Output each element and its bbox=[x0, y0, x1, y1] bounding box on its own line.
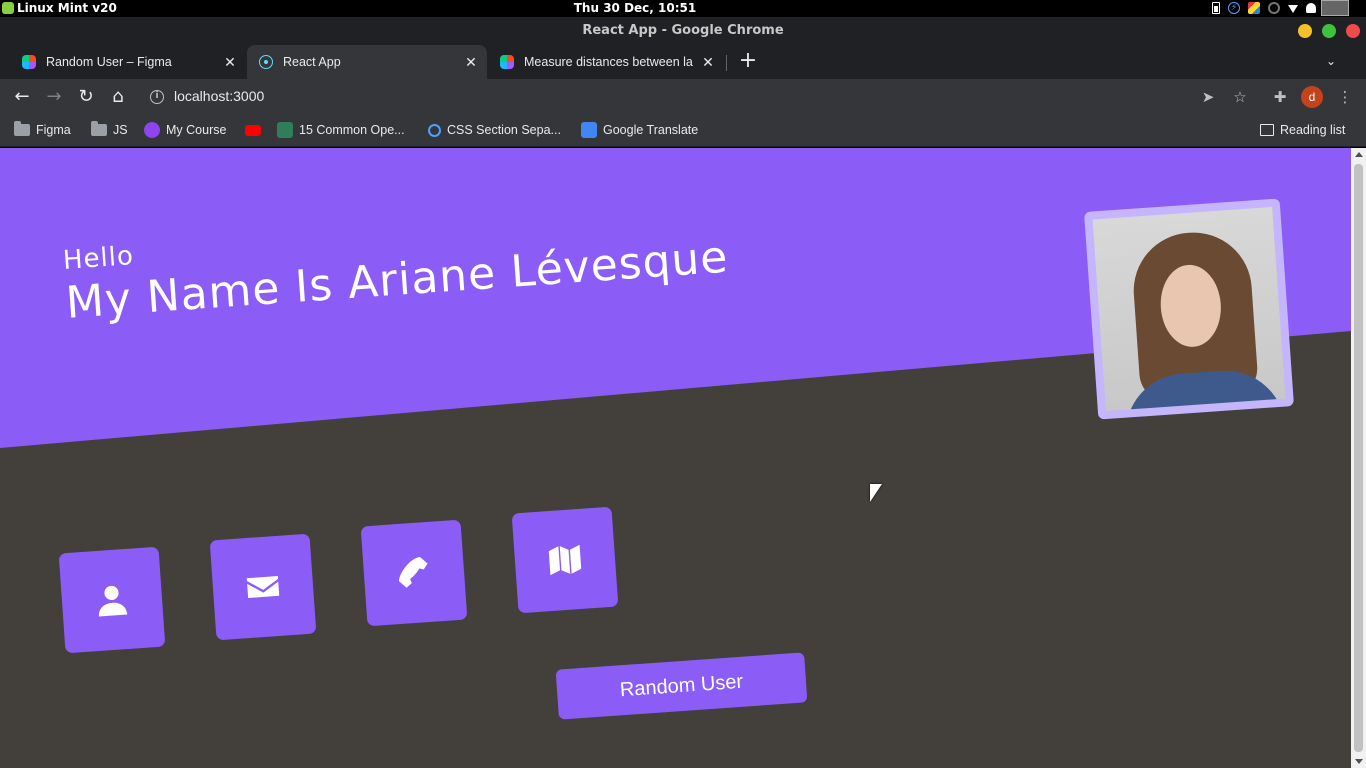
notification-bell-icon[interactable] bbox=[1306, 3, 1316, 13]
phone-info-button[interactable] bbox=[360, 519, 468, 627]
status-circle-icon[interactable] bbox=[1268, 2, 1280, 14]
tab-title: Random User – Figma bbox=[46, 55, 172, 69]
tab-strip: Random User – Figma ✕ React App ✕ Measur… bbox=[0, 45, 1366, 79]
bookmark-label: Figma bbox=[36, 123, 71, 137]
youtube-icon bbox=[245, 124, 261, 136]
window-title-bar: React App - Google Chrome bbox=[0, 17, 1366, 45]
bookmark-label: My Course bbox=[166, 123, 227, 137]
bookmarks-bar: Figma JS My Course 15 Common Ope... CSS … bbox=[0, 115, 1366, 147]
page-scrollbar[interactable] bbox=[1351, 148, 1366, 768]
bookmark-label: Google Translate bbox=[603, 123, 699, 137]
tab-search-chevron-icon[interactable]: ⌄ bbox=[1326, 54, 1336, 68]
bookmark-figma[interactable]: Figma bbox=[14, 115, 71, 145]
translate-icon bbox=[581, 122, 597, 138]
close-tab-icon[interactable]: ✕ bbox=[700, 54, 716, 71]
home-button[interactable]: ⌂ bbox=[106, 85, 130, 109]
extensions-puzzle-icon[interactable]: ✚ bbox=[1270, 88, 1290, 106]
battery-icon[interactable] bbox=[1212, 2, 1220, 14]
tab-react-app[interactable]: React App ✕ bbox=[247, 45, 487, 79]
scroll-up-arrow-icon[interactable] bbox=[1355, 152, 1363, 157]
reading-list-button[interactable]: Reading list bbox=[1260, 115, 1345, 145]
tab-random-user-figma[interactable]: Random User – Figma ✕ bbox=[0, 45, 246, 79]
user-photo bbox=[1092, 206, 1286, 412]
window-title: React App - Google Chrome bbox=[582, 23, 784, 38]
minimize-button[interactable] bbox=[1298, 24, 1312, 38]
email-info-button[interactable] bbox=[209, 533, 317, 641]
folder-icon bbox=[91, 121, 107, 136]
close-tab-icon[interactable]: ✕ bbox=[222, 54, 238, 71]
url-text[interactable]: localhost:3000 bbox=[174, 88, 264, 104]
bookmark-js[interactable]: JS bbox=[91, 115, 128, 145]
bookmark-label: JS bbox=[113, 123, 128, 137]
map-icon bbox=[548, 544, 582, 576]
page-viewport: Hello My Name Is Ariane Lévesque Random … bbox=[0, 148, 1351, 768]
new-tab-button[interactable]: + bbox=[737, 50, 759, 73]
bookmark-css-section[interactable]: CSS Section Sepa... bbox=[428, 115, 561, 145]
random-user-button[interactable]: Random User bbox=[555, 652, 808, 720]
back-button[interactable]: ← bbox=[10, 85, 34, 109]
site-info-icon[interactable]: i bbox=[150, 90, 164, 104]
phone-icon bbox=[398, 556, 428, 588]
browser-toolbar: ← → ↻ ⌂ i localhost:3000 ➤ ☆ ✚ ⋮ bbox=[0, 79, 1366, 115]
scrollbar-thumb[interactable] bbox=[1354, 164, 1363, 752]
figma-icon bbox=[500, 55, 514, 69]
user-info-button[interactable] bbox=[58, 546, 166, 654]
reading-list-label: Reading list bbox=[1280, 123, 1346, 137]
reload-button[interactable]: ↻ bbox=[74, 85, 98, 109]
react-icon bbox=[259, 55, 273, 69]
scroll-down-arrow-icon[interactable] bbox=[1355, 759, 1363, 764]
bookmark-star-icon[interactable]: ☆ bbox=[1230, 88, 1250, 106]
reading-list-icon bbox=[1260, 124, 1274, 136]
tab-title: Measure distances between la bbox=[524, 55, 693, 69]
close-tab-icon[interactable]: ✕ bbox=[463, 54, 479, 71]
chrome-menu-icon[interactable]: ⋮ bbox=[1335, 88, 1355, 106]
bookmark-common-ope[interactable]: 15 Common Ope... bbox=[277, 115, 405, 145]
course-icon bbox=[144, 122, 160, 138]
os-clock[interactable]: Thu 30 Dec, 10:51 bbox=[0, 1, 1270, 15]
forward-button[interactable]: → bbox=[42, 85, 66, 109]
bookmark-youtube[interactable] bbox=[245, 115, 261, 145]
power-manager-icon[interactable]: ⚡ bbox=[1228, 2, 1240, 14]
send-tab-icon[interactable]: ➤ bbox=[1198, 88, 1218, 106]
profile-avatar[interactable]: d bbox=[1301, 86, 1323, 108]
close-window-button[interactable] bbox=[1346, 24, 1360, 38]
address-bar[interactable]: i localhost:3000 bbox=[140, 83, 1220, 111]
figma-icon bbox=[22, 55, 36, 69]
tab-measure-distances[interactable]: Measure distances between la ✕ bbox=[478, 45, 724, 79]
tab-separator bbox=[726, 55, 727, 71]
window-controls bbox=[1298, 24, 1360, 38]
user-photo-frame bbox=[1083, 198, 1295, 420]
bookmark-label: CSS Section Sepa... bbox=[447, 123, 561, 137]
location-info-button[interactable] bbox=[511, 506, 619, 614]
maximize-button[interactable] bbox=[1322, 24, 1336, 38]
show-desktop-button[interactable] bbox=[1321, 0, 1349, 16]
bookmark-my-course[interactable]: My Course bbox=[144, 115, 226, 145]
folder-icon bbox=[14, 121, 30, 136]
tab-title: React App bbox=[283, 55, 341, 69]
bookmark-google-translate[interactable]: Google Translate bbox=[581, 115, 698, 145]
user-icon bbox=[98, 585, 128, 617]
color-picker-icon[interactable] bbox=[1248, 2, 1260, 14]
bookmark-label: 15 Common Ope... bbox=[299, 123, 405, 137]
codepen-icon bbox=[428, 123, 441, 137]
envelope-icon bbox=[246, 576, 280, 598]
wifi-icon[interactable] bbox=[1288, 5, 1298, 13]
mouse-cursor-icon bbox=[870, 484, 882, 502]
system-tray: ⚡ bbox=[1212, 2, 1336, 14]
dp-icon bbox=[277, 122, 293, 138]
os-panel: Linux Mint v20 Thu 30 Dec, 10:51 ⚡ bbox=[0, 0, 1366, 17]
